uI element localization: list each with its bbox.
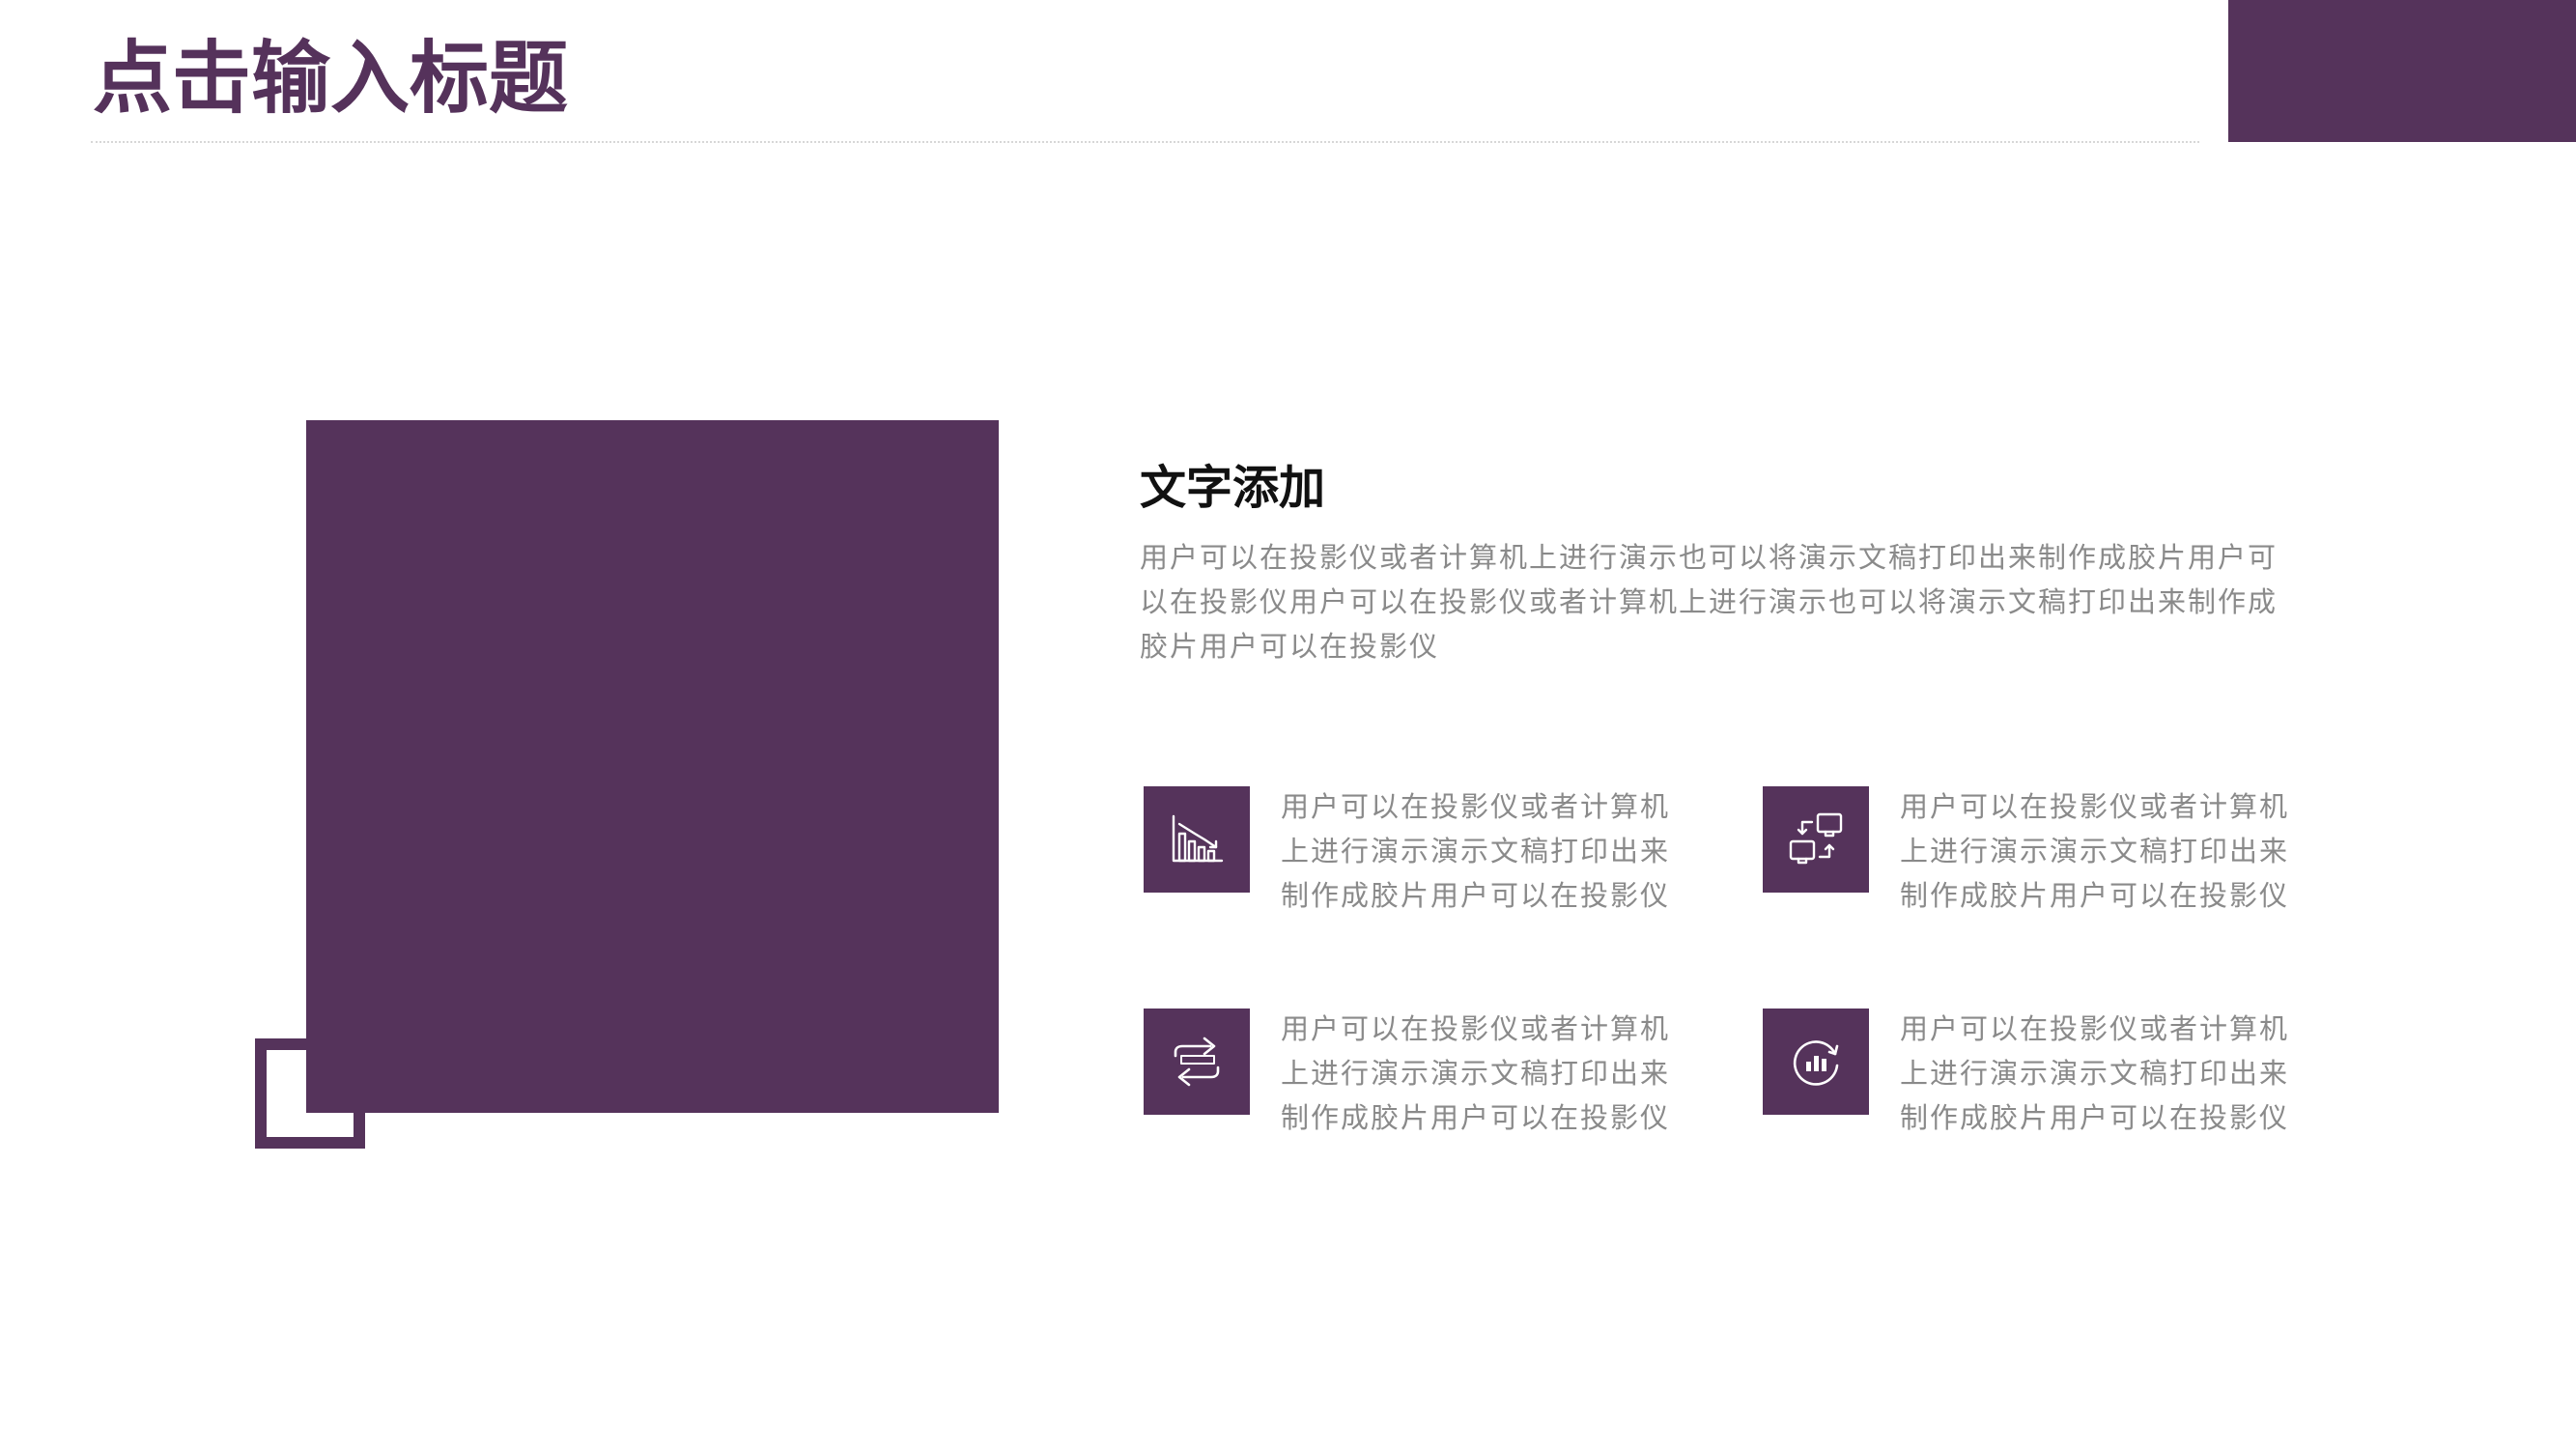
- decorative-outline-square: [255, 1038, 365, 1149]
- feature-item-1: 用户可以在投影仪或者计算机上进行演示演示文稿打印出来制作成胶片用户可以在投影仪: [1140, 784, 1681, 920]
- device-sync-icon: [1763, 786, 1869, 893]
- section-heading: 文字添加: [1140, 461, 1326, 515]
- feature-text: 用户可以在投影仪或者计算机上进行演示演示文稿打印出来制作成胶片用户可以在投影仪: [1900, 790, 2290, 912]
- feature-item-3: 用户可以在投影仪或者计算机上进行演示演示文稿打印出来制作成胶片用户可以在投影仪: [1140, 1007, 1681, 1142]
- refresh-chart-icon: [1763, 1009, 1869, 1115]
- feature-item-4: 用户可以在投影仪或者计算机上进行演示演示文稿打印出来制作成胶片用户可以在投影仪: [1759, 1007, 2300, 1142]
- feature-text: 用户可以在投影仪或者计算机上进行演示演示文稿打印出来制作成胶片用户可以在投影仪: [1281, 790, 1671, 912]
- feature-text: 用户可以在投影仪或者计算机上进行演示演示文稿打印出来制作成胶片用户可以在投影仪: [1281, 1012, 1671, 1134]
- swap-arrows-icon: [1144, 1009, 1250, 1115]
- image-placeholder[interactable]: [306, 420, 999, 1113]
- header-divider: [91, 141, 2199, 143]
- declining-bar-chart-icon: [1144, 786, 1250, 893]
- feature-item-2: 用户可以在投影仪或者计算机上进行演示演示文稿打印出来制作成胶片用户可以在投影仪: [1759, 784, 2300, 920]
- section-body-text: 用户可以在投影仪或者计算机上进行演示也可以将演示文稿打印出来制作成胶片用户可以在…: [1140, 541, 2279, 663]
- page-title: 点击输入标题: [93, 33, 569, 125]
- feature-text: 用户可以在投影仪或者计算机上进行演示演示文稿打印出来制作成胶片用户可以在投影仪: [1900, 1012, 2290, 1134]
- corner-accent-block: [2228, 0, 2576, 142]
